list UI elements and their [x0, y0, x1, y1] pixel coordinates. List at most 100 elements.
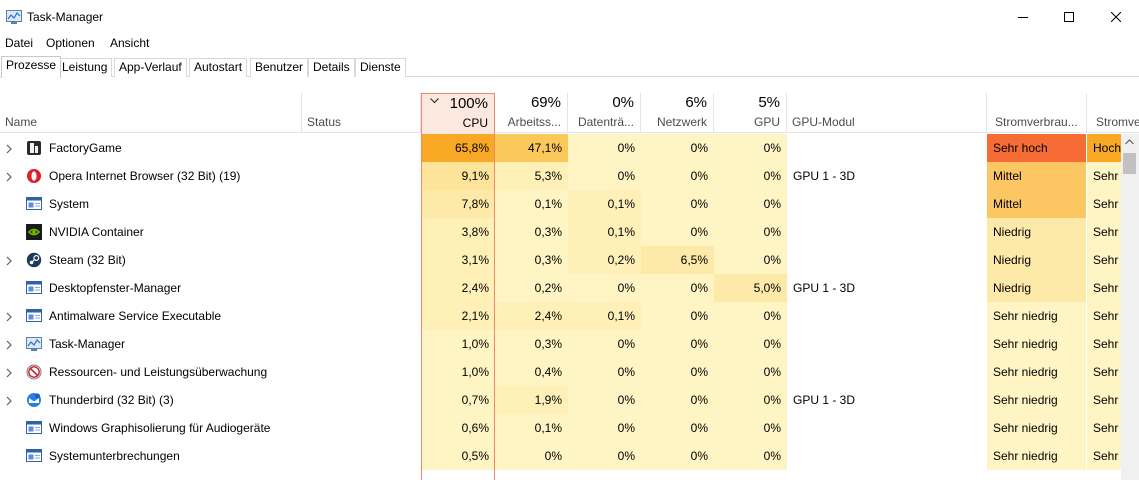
window-title: Task-Manager — [27, 10, 104, 24]
gpu-engine-value — [787, 246, 987, 274]
process-row[interactable]: Systemunterbrechungen 0,5% 0% 0% 0% 0% Sehr ni… — [0, 442, 1139, 470]
process-row[interactable]: System 7,8% 0,1% 0,1% 0% 0% Mittel Sehr — [0, 190, 1139, 218]
gpu-engine-value — [787, 218, 987, 246]
sort-descending-icon — [430, 98, 439, 104]
tab-benutzer[interactable]: Benutzer — [250, 58, 309, 77]
process-row[interactable]: FactoryGame 65,8% 47,1% 0% 0% 0% Sehr hoch Hoch — [0, 134, 1139, 162]
disk-value: 0% — [568, 442, 641, 470]
column-status[interactable]: Status — [302, 93, 421, 133]
expand-chevron-icon[interactable] — [6, 339, 12, 353]
memory-value: 0,3% — [495, 218, 568, 246]
column-power-trend[interactable]: Stromve — [1087, 93, 1139, 133]
cpu-value: 0,7% — [421, 386, 495, 414]
process-row[interactable]: Thunderbird (32 Bit) (3) 0,7% 1,9% 0% 0% 0% GP… — [0, 386, 1139, 414]
memory-total-percent: 69% — [530, 94, 561, 111]
process-row[interactable]: Windows Graphisolierung für Audiogeräte 0… — [0, 414, 1139, 442]
column-power-trend-label: Stromve — [1096, 115, 1139, 129]
process-row[interactable]: NVIDIA Container 3,8% 0,3% 0,1% 0% 0% Niedrig S… — [0, 218, 1139, 246]
network-value: 0% — [641, 442, 714, 470]
process-row[interactable]: Opera Internet Browser (32 Bit) (19) 9,1%… — [0, 162, 1139, 190]
column-power[interactable]: Stromverbrau... — [987, 93, 1087, 133]
power-usage-value: Mittel — [987, 162, 1086, 190]
network-value: 0% — [641, 162, 714, 190]
network-value: 0% — [641, 386, 714, 414]
column-disk[interactable]: 0% Datenträ... — [568, 93, 641, 133]
process-name: Opera Internet Browser (32 Bit) (19) — [49, 169, 241, 183]
memory-value: 47,1% — [495, 134, 568, 162]
gpu-engine-value — [787, 358, 987, 386]
power-trend-value: Sehr — [1087, 386, 1121, 414]
gpu-engine-value — [787, 302, 987, 330]
memory-value: 0,4% — [495, 358, 568, 386]
memory-value: 0% — [495, 442, 568, 470]
column-network-label: Netzwerk — [656, 115, 707, 129]
menu-ansicht[interactable]: Ansicht — [110, 36, 149, 50]
cpu-value: 3,1% — [421, 246, 495, 274]
column-cpu[interactable]: 100% CPU — [421, 93, 495, 134]
factorygame-icon — [26, 140, 42, 156]
cpu-value: 7,8% — [421, 190, 495, 218]
power-trend-value: Sehr — [1087, 414, 1121, 442]
title-bar[interactable]: Task-Manager — [0, 0, 1139, 34]
column-gpu-engine-label: GPU-Modul — [792, 115, 855, 129]
scrollbar-thumb[interactable] — [1123, 153, 1136, 174]
gpu-value: 0% — [714, 246, 787, 274]
gpu-value: 0% — [714, 218, 787, 246]
network-value: 0% — [641, 274, 714, 302]
tab-autostart[interactable]: Autostart — [189, 58, 248, 77]
tab-leistung[interactable]: Leistung — [57, 58, 113, 77]
expand-chevron-icon[interactable] — [6, 311, 12, 325]
process-row[interactable]: Steam (32 Bit) 3,1% 0,3% 0,2% 6,5% 0% Niedrig S… — [0, 246, 1139, 274]
gpu-engine-value: GPU 1 - 3D — [793, 393, 856, 407]
disk-total-percent: 0% — [612, 94, 634, 111]
expand-chevron-icon[interactable] — [6, 171, 12, 185]
steam-icon — [26, 252, 42, 268]
disk-value: 0% — [568, 134, 641, 162]
process-name: Task-Manager — [49, 337, 126, 351]
scroll-up-icon[interactable] — [1125, 139, 1134, 145]
disk-value: 0% — [568, 358, 641, 386]
power-usage-value: Sehr hoch — [987, 134, 1086, 162]
menu-optionen[interactable]: Optionen — [46, 36, 95, 50]
system-window-icon — [26, 420, 42, 436]
expand-chevron-icon[interactable] — [6, 367, 12, 381]
column-name[interactable]: Name — [0, 93, 302, 133]
close-button[interactable] — [1093, 0, 1139, 34]
menu-datei[interactable]: Datei — [5, 36, 33, 50]
column-gpu[interactable]: 5% GPU — [714, 93, 787, 133]
column-gpu-engine[interactable]: GPU-Modul — [787, 93, 987, 133]
tab-dienste[interactable]: Dienste — [355, 58, 406, 77]
column-disk-label: Datenträ... — [577, 115, 634, 129]
minimize-button[interactable] — [1000, 0, 1046, 34]
memory-value: 0,3% — [495, 246, 568, 274]
power-trend-value: Sehr — [1087, 190, 1121, 218]
power-usage-value: Mittel — [987, 190, 1086, 218]
power-usage-value: Niedrig — [987, 246, 1086, 274]
gpu-engine-value — [787, 190, 987, 218]
maximize-button[interactable] — [1046, 0, 1092, 34]
power-trend-value: Sehr — [1087, 302, 1121, 330]
gpu-value: 0% — [714, 414, 787, 442]
process-row[interactable]: Task-Manager 1,0% 0,3% 0% 0% 0% Sehr niedrig Se… — [0, 330, 1139, 358]
power-usage-value: Sehr niedrig — [987, 330, 1086, 358]
expand-chevron-icon[interactable] — [6, 255, 12, 269]
process-row[interactable]: Antimalware Service Executable 2,1% 2,4% 0,… — [0, 302, 1139, 330]
expand-chevron-icon[interactable] — [6, 395, 12, 409]
vertical-scrollbar[interactable] — [1121, 134, 1139, 480]
tab-details[interactable]: Details — [308, 58, 355, 77]
process-row[interactable]: Ressourcen- und Leistungsüberwachung 1,0%… — [0, 358, 1139, 386]
process-name: Ressourcen- und Leistungsüberwachung — [49, 365, 268, 379]
process-name: NVIDIA Container — [49, 225, 144, 239]
column-cpu-label: CPU — [462, 116, 488, 130]
process-row[interactable]: Desktopfenster-Manager 2,4% 0,2% 0% 0% 5,0% GP… — [0, 274, 1139, 302]
power-usage-value: Sehr niedrig — [987, 302, 1086, 330]
column-network[interactable]: 6% Netzwerk — [641, 93, 714, 133]
disk-value: 0% — [568, 162, 641, 190]
power-trend-value: Sehr — [1087, 274, 1121, 302]
tab-prozesse[interactable]: Prozesse — [1, 56, 62, 78]
column-memory[interactable]: 69% Arbeitss... — [495, 93, 568, 133]
memory-value: 1,9% — [495, 386, 568, 414]
expand-chevron-icon[interactable] — [6, 143, 12, 157]
tab-app-verlauf[interactable]: App-Verlauf — [114, 58, 187, 77]
network-value: 0% — [641, 134, 714, 162]
